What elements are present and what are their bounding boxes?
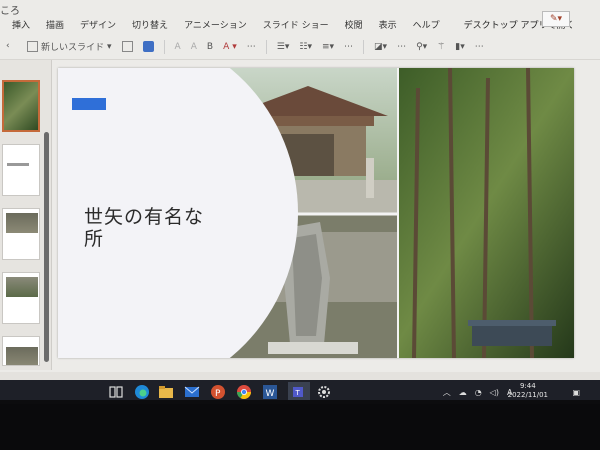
clock[interactable]: 9:44 2022/11/01 bbox=[508, 382, 548, 400]
chevron-up-icon[interactable]: ︿ bbox=[443, 387, 451, 398]
tab-view[interactable]: 表示 bbox=[379, 18, 397, 31]
windows-taskbar: P W T ︿ ☁ ◔ ◁) A ▣ 9:44 2022/11/01 bbox=[0, 380, 600, 400]
divider bbox=[163, 39, 165, 54]
teams-icon[interactable]: T bbox=[288, 382, 310, 400]
slide-thumbnails-pane bbox=[0, 60, 52, 370]
settings-gear-icon[interactable] bbox=[316, 384, 332, 400]
file-explorer-icon[interactable] bbox=[158, 384, 174, 400]
ribbon-toolbar: ‹ 新しいスライド ▾ A A B A ▾ ⋯ ☰▾ ☷▾ ≡▾ ⋯ ◪▾ ⋯ … bbox=[0, 34, 600, 60]
powerpoint-icon[interactable]: P bbox=[210, 384, 226, 400]
thumbnail-slide[interactable] bbox=[2, 208, 40, 260]
find-button[interactable]: ⚲▾ bbox=[416, 42, 427, 52]
slide-title[interactable]: 世矢の有名な所 bbox=[84, 206, 214, 250]
thumbnails-scrollbar[interactable] bbox=[44, 132, 49, 362]
more-paragraph-button[interactable]: ⋯ bbox=[344, 42, 353, 52]
bullets-icon: ☰▾ bbox=[276, 41, 290, 52]
designer-button[interactable]: ⚚ bbox=[437, 42, 445, 52]
chevron-icon: ‹ bbox=[6, 41, 10, 51]
network-icon[interactable]: ◔ bbox=[475, 388, 482, 397]
bullets-button[interactable]: ☰▾ bbox=[277, 42, 290, 52]
slide-icon bbox=[27, 41, 38, 52]
tab-help[interactable]: ヘルプ bbox=[413, 18, 440, 31]
picture-icon bbox=[142, 41, 154, 52]
svg-text:T: T bbox=[295, 389, 301, 397]
more-font-button[interactable]: ⋯ bbox=[247, 42, 256, 52]
microphone-icon: ▮▾ bbox=[455, 41, 465, 52]
dictate-button[interactable]: ▮▾ bbox=[455, 42, 464, 52]
chrome-icon[interactable] bbox=[236, 384, 252, 400]
onedrive-cloud-icon[interactable]: ☁ bbox=[459, 388, 467, 397]
tab-slideshow[interactable]: スライド ショー bbox=[263, 18, 329, 31]
chevron-down-icon: ▾ bbox=[107, 41, 112, 52]
wand-icon: ⚚ bbox=[437, 41, 446, 52]
slide-canvas[interactable]: 世矢の有名な所 bbox=[58, 68, 574, 358]
word-icon[interactable]: W bbox=[262, 384, 278, 400]
align-icon: ≡▾ bbox=[321, 41, 335, 52]
thumbnail-slide[interactable] bbox=[2, 80, 40, 132]
monitor-screen: ころ 挿入 描画 デザイン 切り替え アニメーション スライド ショー 校閲 表… bbox=[0, 0, 600, 400]
new-slide-button[interactable]: 新しいスライド ▾ bbox=[27, 40, 112, 53]
clock-date: 2022/11/01 bbox=[507, 391, 548, 399]
font-color-label: A bbox=[223, 41, 230, 52]
svg-text:P: P bbox=[215, 389, 221, 399]
clock-time: 9:44 bbox=[519, 382, 536, 390]
layout-icon bbox=[121, 41, 133, 52]
font-shrink-button[interactable]: A bbox=[191, 42, 197, 52]
numbering-button[interactable]: ☷▾ bbox=[299, 42, 312, 52]
monitor-bezel bbox=[0, 404, 600, 450]
font-color-button[interactable]: A ▾ bbox=[223, 42, 237, 52]
edit-mode-button[interactable]: ✎▾ bbox=[542, 11, 570, 27]
task-view-icon[interactable] bbox=[108, 384, 124, 400]
shapes-icon: ◪▾ bbox=[374, 41, 388, 52]
tab-animations[interactable]: アニメーション bbox=[184, 18, 247, 31]
thumbnail-slide[interactable] bbox=[2, 272, 40, 324]
tab-transitions[interactable]: 切り替え bbox=[132, 18, 168, 31]
thumbnail-slide[interactable] bbox=[2, 336, 40, 366]
font-grow-button[interactable]: A bbox=[175, 42, 181, 52]
undo-group[interactable]: ‹ bbox=[6, 41, 17, 52]
accent-bar bbox=[72, 98, 106, 110]
divider bbox=[363, 39, 365, 54]
mail-icon[interactable] bbox=[184, 384, 200, 400]
picture-button[interactable] bbox=[142, 41, 154, 52]
bold-button[interactable]: B bbox=[207, 42, 213, 52]
notification-icon[interactable]: ▣ bbox=[572, 388, 580, 397]
volume-icon[interactable]: ◁) bbox=[490, 388, 499, 397]
tab-draw[interactable]: 描画 bbox=[46, 18, 64, 31]
shapes-button[interactable]: ◪▾ bbox=[374, 42, 387, 52]
search-icon: ⚲▾ bbox=[416, 41, 428, 52]
new-slide-label: 新しいスライド bbox=[41, 43, 105, 53]
more-drawing-button[interactable]: ⋯ bbox=[397, 42, 406, 52]
more-options-button[interactable]: ⋯ bbox=[475, 42, 484, 52]
thumbnail-slide[interactable] bbox=[2, 144, 40, 196]
svg-text:W: W bbox=[266, 389, 275, 399]
edge-icon[interactable] bbox=[134, 384, 150, 400]
layout-button[interactable] bbox=[121, 41, 133, 52]
tab-review[interactable]: 校閲 bbox=[345, 18, 363, 31]
chevron-down-icon: ▾ bbox=[232, 41, 237, 52]
tab-insert[interactable]: 挿入 bbox=[12, 18, 30, 31]
divider bbox=[265, 39, 267, 54]
ribbon-tabs: 挿入 描画 デザイン 切り替え アニメーション スライド ショー 校閲 表示 ヘ… bbox=[0, 14, 600, 34]
pencil-icon: ✎▾ bbox=[549, 14, 563, 24]
tab-design[interactable]: デザイン bbox=[80, 18, 116, 31]
align-button[interactable]: ≡▾ bbox=[322, 42, 334, 52]
numbering-icon: ☷▾ bbox=[299, 41, 312, 52]
